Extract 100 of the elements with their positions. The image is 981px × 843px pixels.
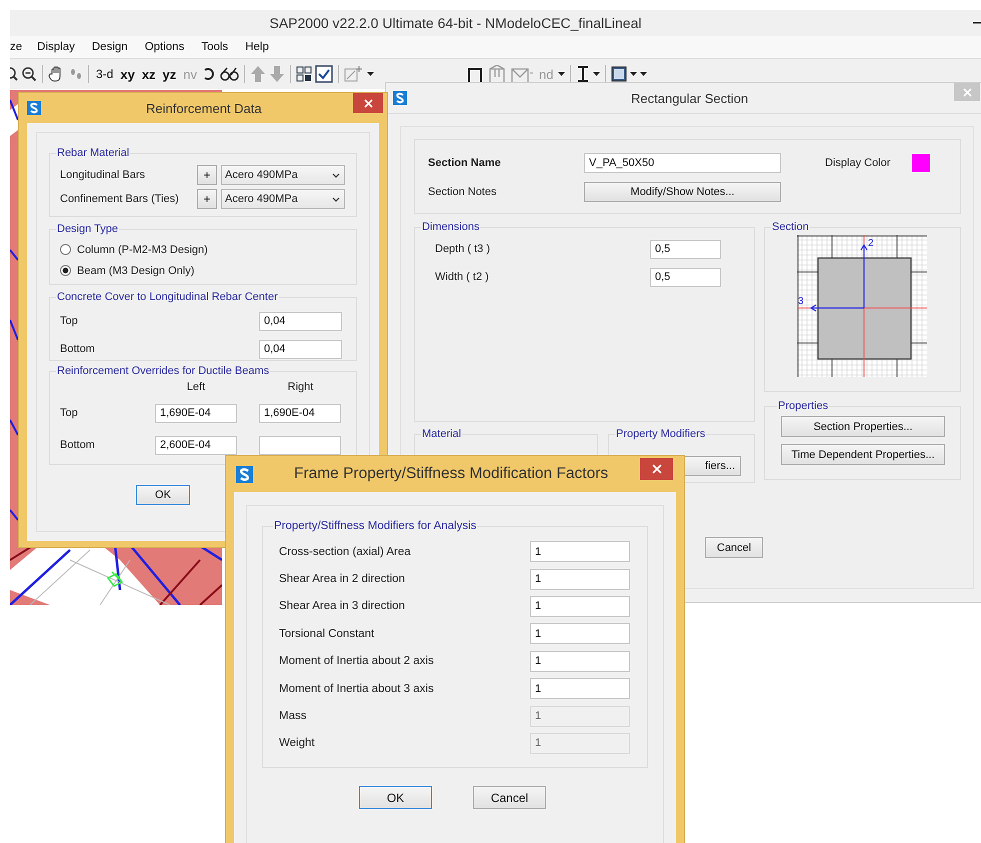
section-drawing: 2 3	[797, 235, 927, 377]
column-header: Right	[286, 381, 314, 393]
group-label: Reinforcement Overrides for Ductile Beams	[56, 365, 270, 377]
menu-item[interactable]: Display	[28, 41, 83, 53]
override-field[interactable]: 2,600E-04	[155, 436, 237, 454]
menu-item[interactable]: ze	[10, 41, 28, 53]
app-logo-icon	[393, 91, 407, 105]
cancel-button[interactable]: Cancel	[473, 786, 546, 809]
cover-field[interactable]: 0,04	[259, 312, 342, 330]
glasses-icon[interactable]	[219, 66, 240, 82]
rotate-icon[interactable]	[202, 66, 216, 82]
ok-button[interactable]: OK	[136, 485, 190, 505]
group-label: Material	[421, 428, 462, 440]
zoom-icon[interactable]	[10, 66, 18, 82]
override-field[interactable]: 1,690E-04	[259, 404, 341, 422]
grid-icon[interactable]	[296, 66, 312, 82]
add-button[interactable]: +	[197, 189, 217, 209]
notes-button[interactable]: Modify/Show Notes...	[584, 182, 781, 202]
i-beam-icon[interactable]	[576, 65, 590, 83]
group-label: Rebar Material	[56, 147, 130, 159]
field-label: Bottom	[60, 439, 96, 451]
group-label: Section	[771, 221, 810, 233]
material-dropdown[interactable]: Acero 490MPa	[221, 165, 345, 185]
override-field[interactable]: 1,690E-04	[155, 404, 237, 422]
dimension-field[interactable]: 0,5	[650, 268, 721, 286]
app-logo-icon	[236, 466, 253, 482]
radio-button[interactable]	[60, 265, 71, 276]
field-label: Bottom	[60, 343, 96, 355]
factor-field[interactable]: 1	[530, 678, 630, 700]
field-label: Moment of Inertia about 3 axis	[279, 682, 435, 695]
checkbox-icon[interactable]	[315, 65, 334, 83]
close-icon	[962, 88, 972, 96]
menu-item[interactable]: Help	[236, 41, 277, 53]
field-label: Section Name	[428, 157, 502, 169]
factor-field[interactable]: 1	[530, 568, 630, 590]
chevron-down-icon	[332, 172, 340, 178]
field-label: Cross-section (axial) Area	[279, 546, 412, 558]
menu-item[interactable]: Tools	[192, 41, 236, 53]
dialog-title: Reinforcement Data	[146, 100, 262, 116]
radio-label: Column (P-M2-M3 Design)	[77, 244, 208, 256]
menu-item[interactable]: Design	[82, 41, 136, 53]
field-label: Section Notes	[428, 186, 498, 198]
group-label: Properties	[777, 400, 830, 412]
group-label: Property/Stiffness Modifiers for Analysis	[273, 520, 478, 532]
frame-icon[interactable]	[466, 65, 484, 83]
ok-button[interactable]: OK	[359, 786, 432, 809]
group-label: Design Type	[56, 223, 119, 235]
cover-field[interactable]: 0,04	[259, 340, 342, 358]
factor-field[interactable]: 1	[530, 650, 630, 672]
properties-button[interactable]: Section Properties...	[781, 416, 945, 437]
dialog-title: Frame Property/Stiffness Modification Factors	[294, 465, 608, 483]
dialog-title: Rectangular Section	[631, 90, 748, 106]
app-logo-icon	[27, 101, 41, 115]
dropdown-icon[interactable]	[593, 72, 600, 76]
field-label: Shear Area in 2 direction	[279, 573, 406, 586]
field-label: Moment of Inertia about 2 axis	[279, 655, 435, 668]
close-button[interactable]	[640, 458, 673, 480]
color-swatch[interactable]	[912, 154, 930, 172]
field-label: Width ( t2 )	[435, 271, 490, 283]
field-label: Shear Area in 3 direction	[279, 600, 406, 612]
cancel-button[interactable]: Cancel	[705, 537, 763, 558]
field-label: Confinement Bars (Ties)	[60, 193, 180, 205]
close-icon	[364, 98, 372, 108]
field-label: Longitudinal Bars	[60, 169, 146, 181]
override-field[interactable]	[259, 436, 341, 454]
view-button[interactable]: xy	[118, 66, 137, 82]
view-button[interactable]: yz	[160, 66, 178, 82]
radio-button[interactable]	[60, 244, 71, 255]
radio-label: Beam (M3 Design Only)	[77, 264, 194, 276]
field-label: Mass	[279, 710, 308, 722]
display-icon[interactable]	[611, 66, 628, 82]
field-label: Top	[60, 315, 79, 327]
view-button[interactable]: 3-d	[94, 67, 116, 81]
dropdown-icon[interactable]	[558, 72, 566, 76]
field-label: Torsional Constant	[279, 628, 376, 640]
field-label: Weight	[279, 737, 316, 750]
menu-item[interactable]: Options	[136, 41, 192, 53]
group-label: Concrete Cover to Longitudinal Rebar Center	[56, 291, 279, 303]
factor-field[interactable]: 1	[530, 596, 630, 617]
properties-button[interactable]: Time Dependent Properties...	[781, 444, 945, 465]
field-label: Depth ( t3 )	[435, 243, 492, 255]
group-label: Dimensions	[421, 221, 480, 233]
minimize-icon[interactable]	[973, 22, 981, 24]
field-label: Display Color	[824, 157, 892, 169]
close-icon	[652, 464, 662, 474]
chevron-down-icon	[332, 196, 340, 202]
window-title: SAP2000 v22.2.0 Ultimate 64-bit - NModeloCEC_finalLineal	[270, 15, 642, 31]
factor-field[interactable]: 1	[530, 541, 630, 562]
material-dropdown[interactable]: Acero 490MPa	[221, 189, 345, 209]
view-button[interactable]: xz	[140, 66, 158, 82]
zoom-out-icon[interactable]	[21, 66, 37, 82]
dimension-field[interactable]: 0,5	[650, 240, 721, 258]
field-label: Top	[60, 407, 79, 419]
dropdown-icon[interactable]	[367, 72, 374, 76]
column-header: Left	[186, 381, 206, 393]
section-name-field[interactable]: V_PA_50X50	[584, 153, 781, 173]
close-button[interactable]	[353, 93, 383, 113]
group-label: Property Modifiers	[615, 428, 706, 440]
factor-field[interactable]: 1	[530, 623, 630, 644]
add-button[interactable]: +	[197, 165, 217, 185]
